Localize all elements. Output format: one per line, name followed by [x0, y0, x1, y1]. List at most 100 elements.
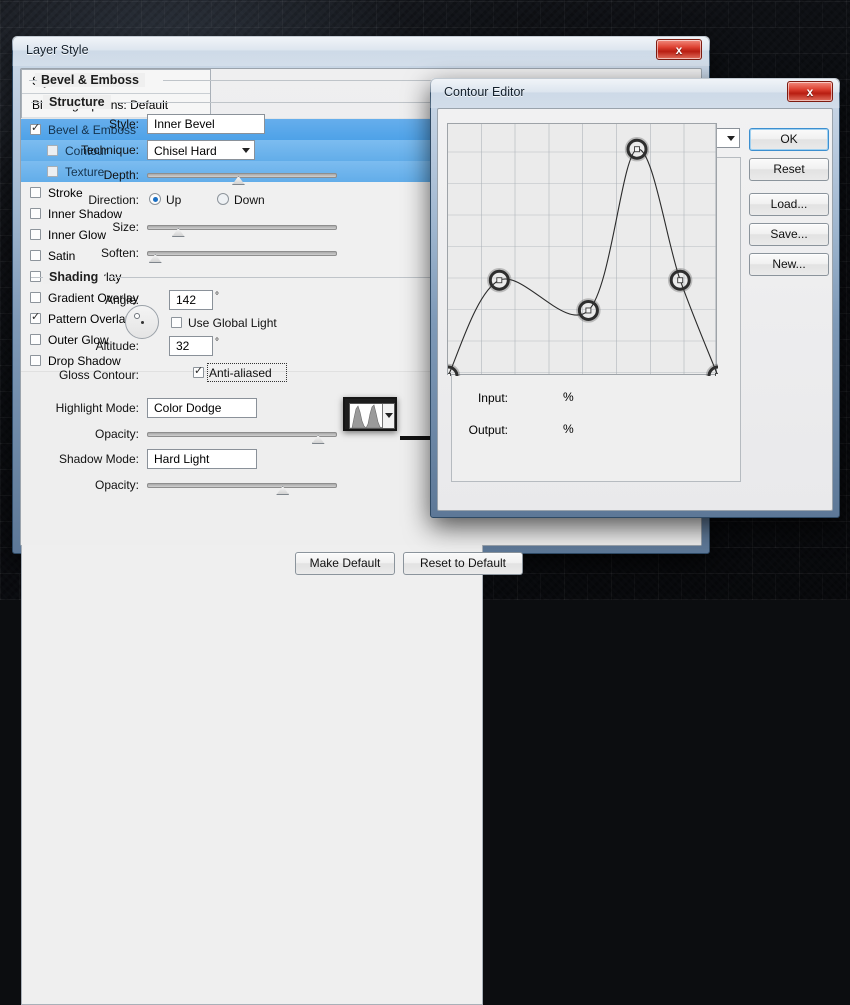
label-angle: Angle:: [41, 293, 139, 307]
shadow-opacity-track: [147, 483, 337, 488]
radio-direction-down[interactable]: [217, 193, 229, 205]
rule-right-structure: [117, 102, 473, 103]
section-title-structure: Structure: [43, 95, 111, 109]
soften-slider-track: [147, 251, 337, 256]
label-direction-down: Down: [234, 193, 288, 207]
control-point-handle[interactable]: [448, 374, 451, 377]
rule-left-shading: [31, 277, 43, 278]
depth-slider-track: [147, 173, 337, 178]
chevron-down-icon: [385, 413, 393, 418]
label-shadow-opacity: Opacity:: [41, 478, 139, 492]
label-technique: Technique:: [41, 143, 139, 157]
contour-curve-graph[interactable]: [447, 123, 717, 375]
control-point-handle[interactable]: [716, 374, 719, 377]
close-icon[interactable]: x: [787, 81, 833, 102]
sidebar-item-label: Drop Shadow: [48, 354, 121, 368]
highlight-opacity-track: [147, 432, 337, 437]
checkbox-6[interactable]: [30, 250, 41, 261]
technique-combo[interactable]: Chisel Hard: [147, 140, 255, 160]
label-highlight-opacity: Opacity:: [41, 427, 139, 441]
angle-dial-center: [141, 321, 144, 324]
checkbox-0[interactable]: [30, 124, 41, 135]
checkbox-10[interactable]: [30, 334, 41, 345]
gloss-contour-thumbnail: [350, 404, 382, 428]
save-button[interactable]: Save...: [749, 223, 829, 246]
new-button[interactable]: New...: [749, 253, 829, 276]
contour-editor-titlebar[interactable]: Contour Editor x: [430, 78, 840, 108]
gloss-contour-thumbnail-box[interactable]: [349, 403, 395, 429]
control-point-handle[interactable]: [497, 278, 502, 283]
load-button[interactable]: Load...: [749, 193, 829, 216]
label-shadow-mode: Shadow Mode:: [27, 452, 139, 466]
contour-editor-window: Contour Editor x Preset: Custom OK Reset…: [430, 78, 840, 518]
label-use-global-light: Use Global Light: [188, 316, 318, 330]
control-point-handle[interactable]: [586, 308, 591, 313]
chevron-down-icon: [727, 136, 735, 141]
layer-style-titlebar[interactable]: Layer Style x: [12, 36, 710, 66]
checkbox-9[interactable]: [30, 313, 41, 324]
titlebar-gloss: [12, 36, 710, 66]
sidebar-item-label: Pattern Overlay: [48, 312, 131, 326]
label-altitude: Altitude:: [41, 339, 139, 353]
control-point-handle[interactable]: [635, 147, 640, 152]
section-title-shading: Shading: [43, 270, 104, 284]
layer-style-title: Layer Style: [26, 43, 89, 57]
depth-slider[interactable]: [147, 165, 337, 185]
close-icon[interactable]: x: [656, 39, 702, 60]
anti-aliased-focus-outline: [207, 363, 287, 382]
technique-value: Chisel Hard: [154, 142, 217, 160]
angle-dial-handle[interactable]: [134, 313, 140, 319]
altitude-degree-symbol: °: [215, 337, 227, 348]
shadow-opacity-slider[interactable]: [147, 475, 337, 495]
ok-button[interactable]: OK: [749, 128, 829, 151]
checkbox-5[interactable]: [30, 229, 41, 240]
angle-dial[interactable]: [125, 305, 159, 339]
gloss-contour-shape-icon: [350, 404, 382, 428]
label-direction-up: Up: [166, 193, 206, 207]
reset-button[interactable]: Reset: [749, 158, 829, 181]
output-percent-symbol: %: [563, 422, 574, 436]
input-field[interactable]: [514, 388, 558, 408]
checkbox-anti-aliased[interactable]: [193, 367, 204, 378]
gloss-contour-dropdown[interactable]: [382, 404, 394, 428]
checkbox-8[interactable]: [30, 292, 41, 303]
radio-direction-up[interactable]: [149, 193, 161, 205]
gloss-contour-picker[interactable]: [343, 397, 397, 431]
label-style: Style:: [41, 117, 139, 131]
size-slider-track: [147, 225, 337, 230]
soften-slider[interactable]: [147, 243, 337, 263]
contour-editor-body: Preset: Custom OK Reset Load... Save... …: [437, 108, 833, 511]
label-gloss-contour: Gloss Contour:: [27, 368, 139, 382]
sidebar-item-label: Inner Shadow: [48, 207, 122, 221]
checkbox-4[interactable]: [30, 208, 41, 219]
rule-left-bevel: [29, 80, 37, 81]
highlight-mode-combo[interactable]: Color Dodge: [147, 398, 257, 418]
label-soften: Soften:: [41, 246, 139, 260]
output-field[interactable]: [514, 420, 558, 440]
rule-right-bevel: [163, 80, 475, 81]
rule-right-shading: [109, 277, 473, 278]
input-percent-symbol: %: [563, 390, 574, 404]
make-default-button[interactable]: Make Default: [295, 552, 395, 575]
control-point-handle[interactable]: [678, 278, 683, 283]
shadow-mode-combo[interactable]: Hard Light: [147, 449, 257, 469]
section-title-bevel-emboss: Bevel & Emboss: [35, 73, 145, 87]
contour-curve-line: [448, 149, 718, 376]
label-size: Size:: [41, 220, 139, 234]
size-slider[interactable]: [147, 217, 337, 237]
bevel-emboss-pane: Bevel & Emboss Structure Style: Inner Be…: [21, 537, 483, 1005]
reset-to-default-button[interactable]: Reset to Default: [403, 552, 523, 575]
label-depth: Depth:: [41, 168, 139, 182]
highlight-opacity-slider[interactable]: [147, 424, 337, 444]
style-combo[interactable]: Inner Bevel: [147, 114, 265, 134]
checkbox-3[interactable]: [30, 187, 41, 198]
angle-degree-symbol: °: [215, 291, 227, 302]
checkbox-11[interactable]: [30, 355, 41, 366]
checkbox-use-global-light[interactable]: [171, 317, 182, 328]
angle-input[interactable]: 142: [169, 290, 213, 310]
chevron-down-icon: [242, 148, 250, 153]
altitude-input[interactable]: 32: [169, 336, 213, 356]
contour-editor-title: Contour Editor: [444, 85, 525, 99]
contour-curve-svg[interactable]: [448, 124, 718, 376]
label-highlight-mode: Highlight Mode:: [27, 401, 139, 415]
